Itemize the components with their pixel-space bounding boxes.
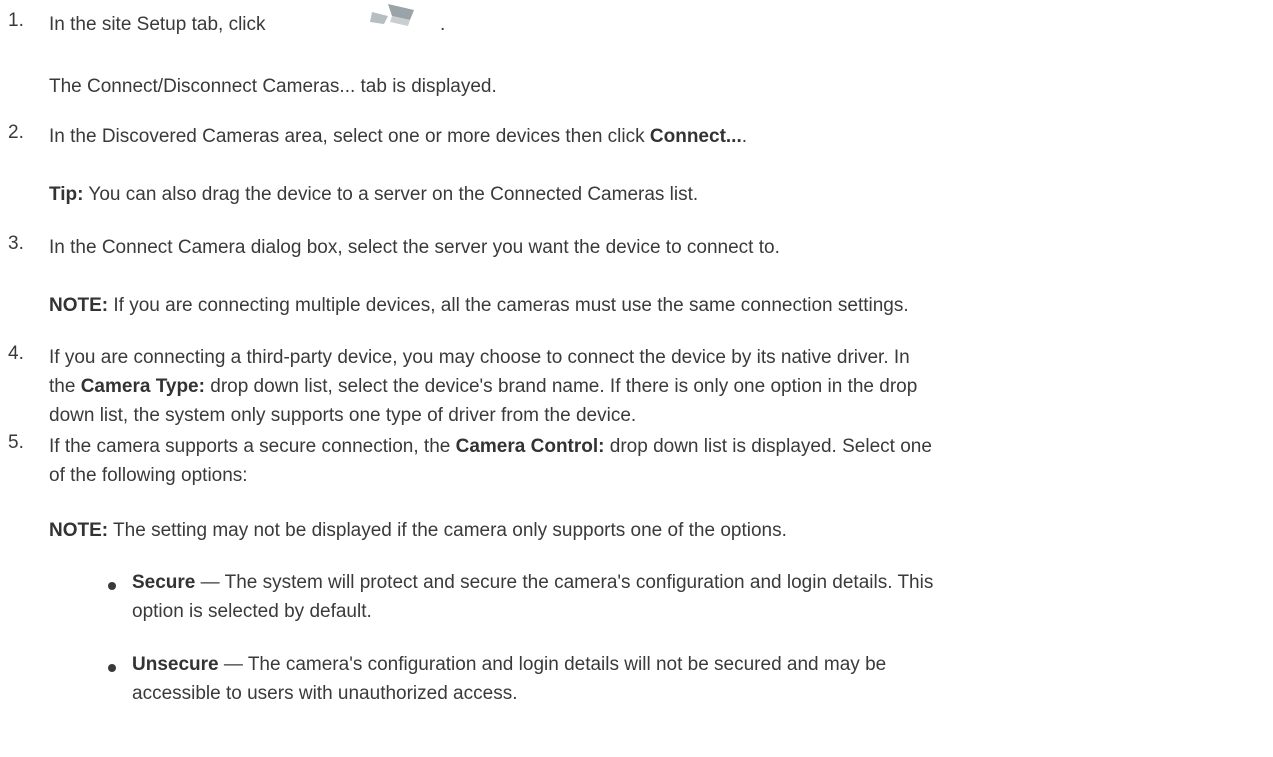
connect-label: Connect... xyxy=(649,126,742,147)
step-number: 1. xyxy=(8,10,24,31)
note-label: NOTE: xyxy=(49,520,109,541)
note-line: NOTE: If you are connecting multiple dev… xyxy=(49,295,909,316)
tip-label: Tip: xyxy=(49,184,84,205)
step-number: 2. xyxy=(8,122,24,143)
option-unsecure: Unsecure — The camera's configuration an… xyxy=(132,654,887,704)
step-1-result: The Connect/Disconnect Cameras... tab is… xyxy=(49,76,497,97)
step-text: In the site Setup tab, click xyxy=(49,14,266,35)
step-text: In the Discovered Cameras area, select o… xyxy=(49,126,748,147)
step-number: 5. xyxy=(8,432,24,453)
step-number: 3. xyxy=(8,233,24,254)
camera-control-label: Camera Control: xyxy=(455,436,605,457)
step-text-line3: down list, the system only supports one … xyxy=(49,405,637,426)
step-text-line2: of the following options: xyxy=(49,465,248,486)
step-text-end: . xyxy=(440,14,446,35)
document-page: 1. In the site Setup tab, click . The Co… xyxy=(0,0,1273,757)
camera-connect-icon xyxy=(366,4,436,30)
camera-type-label: Camera Type: xyxy=(80,376,205,397)
option-secure: Secure — The system will protect and sec… xyxy=(132,572,934,622)
bullet-dot xyxy=(108,582,116,590)
option-label: Unsecure xyxy=(132,654,219,675)
tip-line: Tip: You can also drag the device to a s… xyxy=(49,184,699,205)
step-text-line1: If you are connecting a third-party devi… xyxy=(49,347,910,368)
note-label: NOTE: xyxy=(49,295,109,316)
option-label: Secure xyxy=(132,572,196,593)
step-text-line1: If the camera supports a secure connecti… xyxy=(49,436,932,457)
step-text-line2: the Camera Type: drop down list, select … xyxy=(49,376,918,397)
step-number: 4. xyxy=(8,343,24,364)
bullet-dot xyxy=(108,664,116,672)
note-line: NOTE: The setting may not be displayed i… xyxy=(49,520,787,541)
step-text: In the Connect Camera dialog box, select… xyxy=(49,237,780,258)
